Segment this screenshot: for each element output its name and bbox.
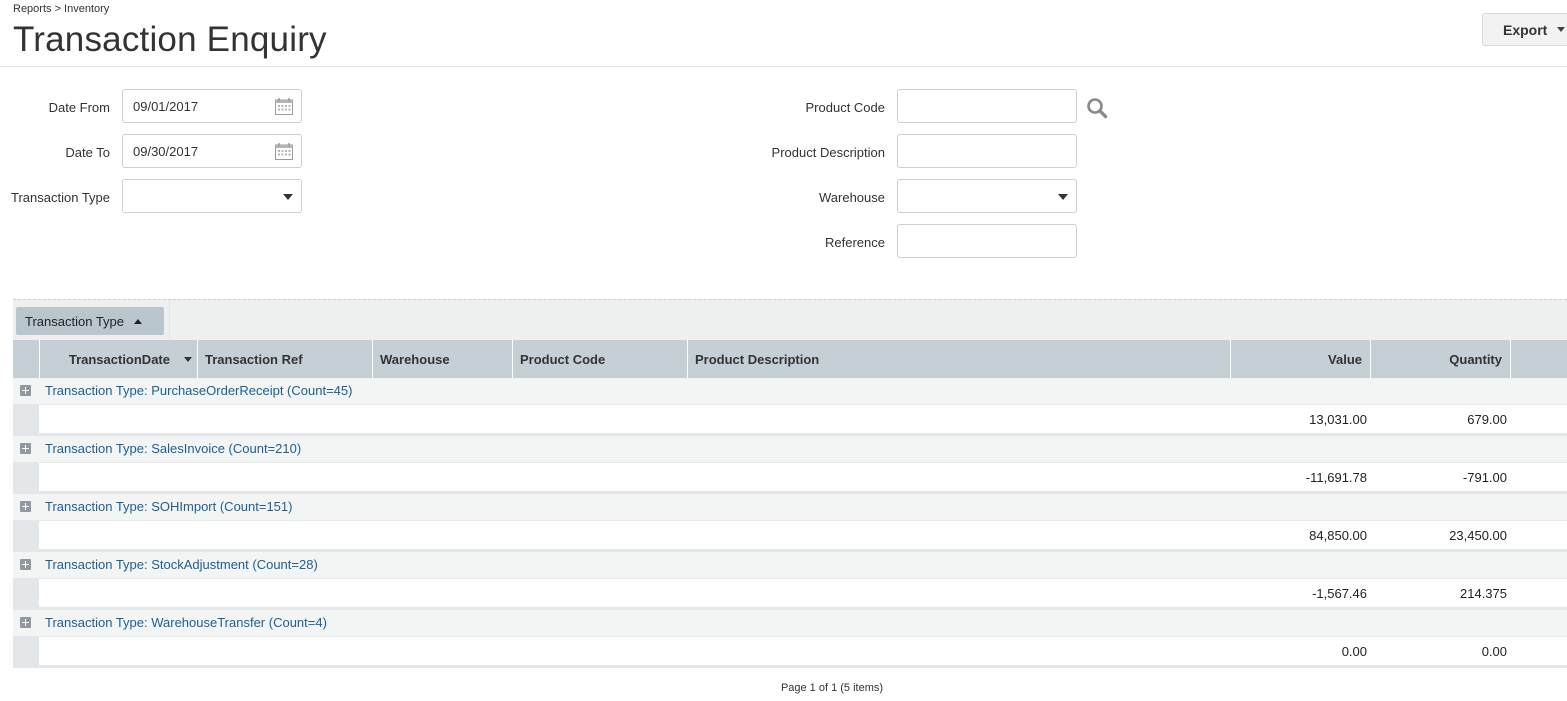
expand-plus-icon[interactable] (20, 501, 31, 512)
col-overflow[interactable] (1510, 340, 1567, 378)
search-icon[interactable] (1086, 97, 1108, 119)
group-by-panel: Transaction Type (13, 299, 1567, 340)
export-button[interactable]: Export (1482, 13, 1567, 46)
page-title: Transaction Enquiry (13, 20, 327, 59)
group-row[interactable]: Transaction Type: SalesInvoice (Count=21… (13, 436, 1567, 462)
expand-plus-icon[interactable] (20, 385, 31, 396)
row-divider (13, 665, 1567, 668)
date-to-label: Date To (65, 145, 110, 160)
calendar-icon[interactable] (275, 98, 293, 115)
reference-input[interactable] (897, 224, 1077, 258)
transaction-type-select[interactable] (122, 179, 302, 213)
group-label[interactable]: Transaction Type: SOHImport (Count=151) (45, 499, 292, 514)
product-code-input[interactable] (897, 89, 1077, 123)
total-value: 84,850.00 (1309, 528, 1367, 543)
export-button-label: Export (1503, 21, 1548, 38)
group-total-row: -11,691.78 -791.00 (39, 462, 1567, 491)
total-value: -11,691.78 (1305, 470, 1367, 485)
group-row[interactable]: Transaction Type: StockAdjustment (Count… (13, 552, 1567, 578)
reference-label: Reference (825, 235, 885, 250)
group-chip-transaction-type[interactable]: Transaction Type (16, 307, 164, 335)
sort-descending-icon (184, 356, 192, 362)
total-value: 0.00 (1341, 644, 1367, 659)
header-divider (0, 66, 1567, 67)
chevron-down-icon (283, 194, 293, 200)
date-to-value: 09/30/2017 (133, 143, 199, 159)
group-label[interactable]: Transaction Type: StockAdjustment (Count… (45, 557, 318, 572)
expand-plus-icon[interactable] (20, 443, 31, 454)
group-row[interactable]: Transaction Type: PurchaseOrderReceipt (… (13, 378, 1567, 404)
group-row[interactable]: Transaction Type: WarehouseTransfer (Cou… (13, 610, 1567, 636)
total-quantity: 23,450.00 (1449, 528, 1507, 543)
group-total-row: 84,850.00 23,450.00 (39, 520, 1567, 549)
expand-plus-icon[interactable] (20, 559, 31, 570)
date-from-value: 09/01/2017 (133, 98, 199, 114)
product-description-label: Product Description (771, 145, 885, 160)
col-transaction-date[interactable]: TransactionDate (39, 340, 198, 378)
col-warehouse[interactable]: Warehouse (372, 340, 512, 378)
transaction-type-label: Transaction Type (11, 190, 110, 205)
group-total-row: 0.00 0.00 (39, 636, 1567, 665)
group-chip-label: Transaction Type (25, 313, 124, 329)
col-quantity[interactable]: Quantity (1370, 340, 1510, 378)
product-description-input[interactable] (897, 134, 1077, 168)
col-product-description[interactable]: Product Description (687, 340, 1230, 378)
pager-summary: Page 1 of 1 (5 items) (780, 682, 884, 694)
date-to-field[interactable]: 09/30/2017 (122, 134, 302, 168)
group-row[interactable]: Transaction Type: SOHImport (Count=151) (13, 494, 1567, 520)
total-value: -1,567.46 (1312, 586, 1367, 601)
sort-ascending-icon (134, 318, 142, 324)
group-total-row: 13,031.00 679.00 (39, 404, 1567, 433)
grid-header: TransactionDate Transaction Ref Warehous… (13, 340, 1567, 378)
total-value: 13,031.00 (1309, 412, 1367, 427)
group-label[interactable]: Transaction Type: PurchaseOrderReceipt (… (45, 383, 352, 398)
total-quantity: 679.00 (1467, 412, 1507, 427)
chevron-down-icon (1058, 194, 1068, 200)
group-label[interactable]: Transaction Type: WarehouseTransfer (Cou… (45, 615, 327, 630)
group-label[interactable]: Transaction Type: SalesInvoice (Count=21… (45, 441, 301, 456)
chevron-down-icon (1557, 27, 1566, 32)
warehouse-label: Warehouse (819, 190, 885, 205)
expand-plus-icon[interactable] (20, 617, 31, 628)
calendar-icon[interactable] (275, 143, 293, 160)
total-quantity: -791.00 (1462, 470, 1507, 485)
warehouse-select[interactable] (897, 179, 1077, 213)
col-product-code[interactable]: Product Code (512, 340, 687, 378)
date-from-field[interactable]: 09/01/2017 (122, 89, 302, 123)
total-quantity: 0.00 (1481, 644, 1507, 659)
breadcrumb[interactable]: Reports > Inventory (13, 3, 109, 15)
date-from-label: Date From (48, 100, 110, 115)
group-total-row: -1,567.46 214.375 (39, 578, 1567, 607)
total-quantity: 214.375 (1460, 586, 1507, 601)
col-transaction-date-label: TransactionDate (68, 351, 170, 367)
divider (169, 300, 170, 340)
product-code-label: Product Code (805, 100, 886, 115)
col-transaction-ref[interactable]: Transaction Ref (197, 340, 372, 378)
col-value[interactable]: Value (1230, 340, 1370, 378)
